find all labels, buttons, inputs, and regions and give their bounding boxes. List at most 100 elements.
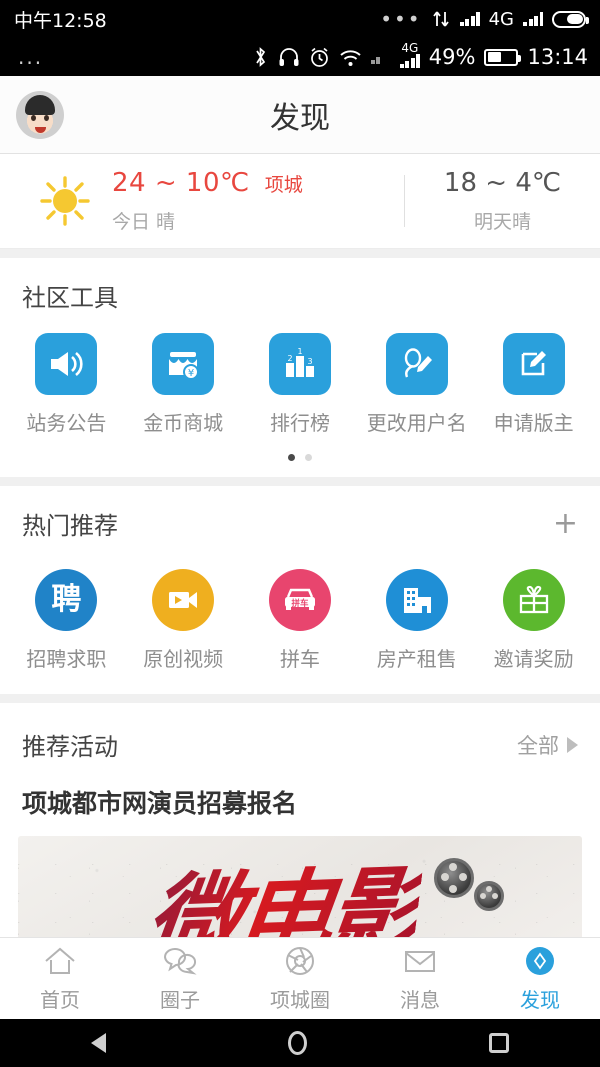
svg-text:1: 1 <box>297 347 302 356</box>
compose-icon <box>502 333 565 395</box>
tab-label: 圈子 <box>160 987 200 1012</box>
tool-label: 排行榜 <box>269 411 330 435</box>
weather-city: 项城 <box>264 174 303 196</box>
recents-button-icon[interactable] <box>489 1033 509 1053</box>
clock-label: 13:14 <box>527 45 588 69</box>
status-bar-top: 中午12:58 ••• 4G <box>0 0 600 38</box>
film-reel-icon-small <box>474 881 504 911</box>
hot-recommend-grid: 聘 招聘求职 原创视频 拼车 拼车 房产租售 邀请奖励 <box>0 547 600 694</box>
recommend-item-invite-reward[interactable]: 邀请奖励 <box>475 569 592 672</box>
tool-item-coin-shop[interactable]: ¥ 金币商城 <box>125 333 242 436</box>
hot-recommend-title: 热门推荐 <box>22 512 118 540</box>
no-signal-icon <box>370 50 391 64</box>
recommend-item-realestate[interactable]: 房产租售 <box>358 569 475 672</box>
chevron-right-icon <box>567 736 578 753</box>
weather-tomorrow: 18 ~ 4℃ 明天晴 <box>405 168 600 234</box>
recommend-item-carpool[interactable]: 拼车 拼车 <box>242 569 359 672</box>
megaphone-icon <box>35 333 98 395</box>
community-tools-panel: 社区工具 站务公告 ¥ 金币商城 2 1 3 排行榜 更改用户名 申请版主 <box>0 258 600 477</box>
today-condition: 今日 晴 <box>112 211 176 233</box>
svg-text:¥: ¥ <box>188 368 194 379</box>
page-dot[interactable] <box>305 454 312 461</box>
recommend-label: 原创视频 <box>143 647 224 671</box>
status-bar-secondary: ... 4G 49% 13:14 <box>0 38 600 76</box>
system-navigation-bar <box>0 1019 600 1067</box>
tab-circles[interactable]: 圈子 <box>120 938 240 1019</box>
battery-icon <box>552 10 589 28</box>
film-reel-icon-large <box>434 858 474 898</box>
status-bar-time: 中午12:58 <box>14 9 107 32</box>
battery-percent-label: 49% <box>428 45 476 69</box>
bluetooth-icon <box>256 47 265 67</box>
svg-text:3: 3 <box>307 357 312 366</box>
svg-text:拼车: 拼车 <box>291 598 309 609</box>
tomorrow-condition: 明天晴 <box>473 211 531 233</box>
bottom-tab-bar: 首页 圈子 项城圈 消息 发现 <box>0 937 600 1019</box>
today-temperature: 24 ~ 10℃ <box>112 168 250 198</box>
signal-icon-3 <box>399 54 420 68</box>
home-button-icon[interactable] <box>288 1031 307 1055</box>
video-camera-icon <box>152 569 215 631</box>
phone-screen: 中午12:58 ••• 4G ... 4G 49% 13:14 发现 24 ~ … <box>0 0 600 1067</box>
shop-icon: ¥ <box>152 333 215 395</box>
home-icon <box>45 947 75 974</box>
tab-discover[interactable]: 发现 <box>480 938 600 1019</box>
view-all-button[interactable]: 全部 <box>517 730 578 760</box>
recommend-label: 拼车 <box>279 647 320 671</box>
sun-icon <box>30 172 100 230</box>
compass-icon <box>526 946 554 975</box>
back-button-icon[interactable] <box>91 1033 106 1053</box>
page-title: 发现 <box>270 100 330 136</box>
svg-text:2: 2 <box>287 354 292 363</box>
chat-bubbles-icon <box>163 947 197 975</box>
tab-home[interactable]: 首页 <box>0 938 120 1019</box>
recommend-item-recruit[interactable]: 聘 招聘求职 <box>8 569 125 672</box>
hot-recommend-header: 热门推荐 + <box>0 486 600 547</box>
activity-banner-image[interactable]: 微电影 <box>18 836 582 937</box>
tool-label: 金币商城 <box>143 411 224 435</box>
ranking-icon: 2 1 3 <box>268 333 331 395</box>
page-dot-active[interactable] <box>288 454 295 461</box>
avatar[interactable] <box>16 90 64 139</box>
recommend-item-video[interactable]: 原创视频 <box>125 569 242 672</box>
tool-label: 站务公告 <box>26 411 107 435</box>
tool-label: 更改用户名 <box>366 411 467 435</box>
battery-icon-secondary <box>484 48 522 66</box>
weather-card[interactable]: 24 ~ 10℃ 项城 今日 晴 18 ~ 4℃ 明天晴 <box>0 154 600 249</box>
hot-recommend-panel: 热门推荐 + 聘 招聘求职 原创视频 拼车 拼车 房产租售 邀请奖励 <box>0 486 600 694</box>
alarm-icon <box>310 47 328 67</box>
envelope-icon <box>405 950 435 972</box>
weather-today: 24 ~ 10℃ 项城 今日 晴 <box>100 168 404 234</box>
community-tools-grid: 站务公告 ¥ 金币商城 2 1 3 排行榜 更改用户名 申请版主 <box>0 319 600 446</box>
tool-item-change-username[interactable]: 更改用户名 <box>358 333 475 436</box>
tool-label: 申请版主 <box>493 411 574 435</box>
tab-city-circle[interactable]: 项城圈 <box>240 938 360 1019</box>
building-icon <box>385 569 448 631</box>
carpool-icon: 拼车 <box>268 569 331 631</box>
community-tools-title: 社区工具 <box>22 284 118 312</box>
tab-label: 消息 <box>400 987 440 1012</box>
recruit-icon: 聘 <box>35 569 98 631</box>
data-transfer-icon <box>432 11 449 27</box>
wifi-icon <box>340 49 361 66</box>
network-type-label: 4G <box>488 8 514 30</box>
carousel-pagination <box>0 446 600 477</box>
add-icon[interactable]: + <box>553 508 578 539</box>
view-all-label: 全部 <box>517 733 559 758</box>
recommend-label: 招聘求职 <box>26 647 107 671</box>
tomorrow-temperature: 18 ~ 4℃ <box>443 168 562 198</box>
signal-icon-1 <box>459 12 480 26</box>
tab-messages[interactable]: 消息 <box>360 938 480 1019</box>
signal-icon-2 <box>523 12 543 26</box>
tab-label: 项城圈 <box>270 987 330 1012</box>
tool-item-announcement[interactable]: 站务公告 <box>8 333 125 436</box>
recommend-label: 房产租售 <box>376 647 457 671</box>
activity-item-title[interactable]: 项城都市网演员招募报名 <box>0 772 600 836</box>
tool-item-apply-moderator[interactable]: 申请版主 <box>475 333 592 436</box>
tool-item-ranking[interactable]: 2 1 3 排行榜 <box>242 333 359 436</box>
network-type-label-secondary: 4G <box>401 41 419 55</box>
notification-dots-icon: ... <box>18 45 44 69</box>
app-header: 发现 <box>0 76 600 154</box>
gift-icon <box>502 569 565 631</box>
scroll-content: 24 ~ 10℃ 项城 今日 晴 18 ~ 4℃ 明天晴 社区工具 站务公告 ¥… <box>0 154 600 937</box>
